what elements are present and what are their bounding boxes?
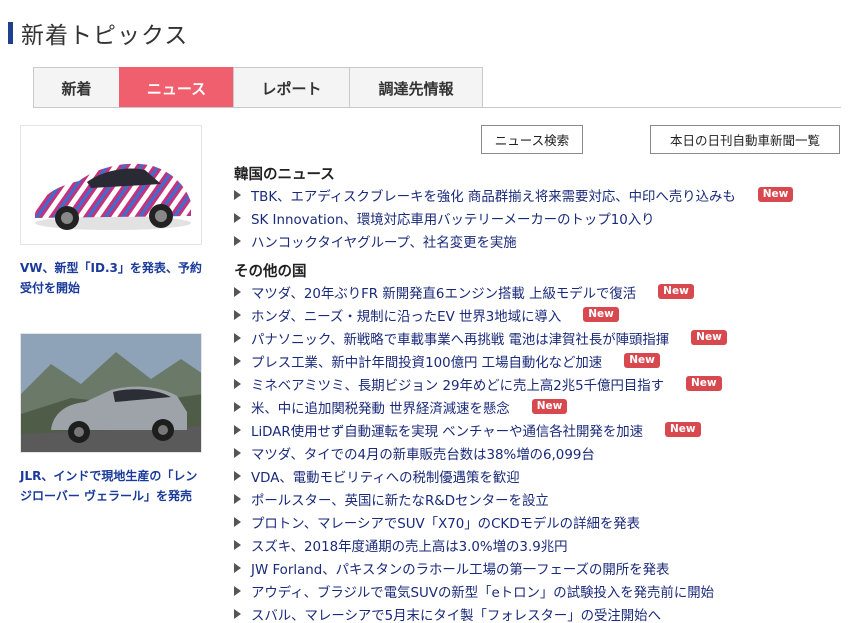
tab-reports[interactable]: レポート	[233, 67, 350, 108]
news-link[interactable]: アウディ、ブラジルで電気SUVの新型「eトロン」の試験投入を発売前に開始	[251, 581, 714, 601]
triangle-bullet-icon	[234, 470, 241, 481]
tab-bar: 新着 ニュース レポート 調達先情報	[33, 67, 483, 108]
new-badge: New	[583, 307, 619, 322]
triangle-bullet-icon	[234, 212, 241, 223]
news-link[interactable]: ハンコックタイヤグループ、社名変更を実施	[251, 231, 517, 251]
news-item[interactable]: LiDAR使用せず自動運転を実現 ベンチャーや通信各社開発を加速 New	[234, 418, 727, 441]
news-item[interactable]: 米、中に追加関税発動 世界経済減速を懸念 New	[234, 395, 727, 418]
page-heading: 新着トピックス	[8, 18, 189, 49]
feature-image-range-rover[interactable]	[20, 333, 202, 453]
triangle-bullet-icon	[234, 424, 241, 435]
triangle-bullet-icon	[234, 235, 241, 246]
section-title-other: その他の国	[234, 264, 307, 280]
triangle-bullet-icon	[234, 608, 241, 619]
news-item[interactable]: パナソニック、新戦略で車載事業へ再挑戦 電池は津賀社長が陣頭指揮 New	[234, 326, 727, 349]
car-photo	[21, 126, 201, 244]
feature-card-vw[interactable]: VW、新型「ID.3」を発表、予約受付を開始	[20, 125, 206, 298]
section-title-korea: 韓国のニュース	[234, 167, 335, 183]
news-link[interactable]: パナソニック、新戦略で車載事業へ再挑戦 電池は津賀社長が陣頭指揮	[251, 328, 669, 348]
news-list-other: マツダ、20年ぶりFR 新開発直6エンジン搭載 上級モデルで復活 New ホンダ、…	[234, 280, 727, 623]
triangle-bullet-icon	[234, 539, 241, 550]
news-link[interactable]: LiDAR使用せず自動運転を実現 ベンチャーや通信各社開発を加速	[251, 420, 643, 440]
news-item[interactable]: マツダ、20年ぶりFR 新開発直6エンジン搭載 上級モデルで復活 New	[234, 280, 727, 303]
news-link[interactable]: SK Innovation、環境対応車用バッテリーメーカーのトップ10入り	[251, 208, 655, 228]
news-item[interactable]: プロトン、マレーシアでSUV「X70」のCKDモデルの詳細を発表	[234, 510, 727, 533]
triangle-bullet-icon	[234, 332, 241, 343]
news-item[interactable]: ポールスター、英国に新たなR&Dセンターを設立	[234, 487, 727, 510]
triangle-bullet-icon	[234, 562, 241, 573]
news-list-korea: TBK、エアディスクブレーキを強化 商品群揃え将来需要対応、中印へ売り込みも Ne…	[234, 183, 794, 252]
new-badge: New	[531, 399, 568, 414]
news-search-button[interactable]: ニュース検索	[481, 125, 583, 154]
new-badge: New	[658, 284, 694, 299]
news-link[interactable]: ホンダ、ニーズ・規制に沿ったEV 世界3地域に導入	[251, 305, 561, 325]
triangle-bullet-icon	[234, 355, 241, 366]
news-link[interactable]: VDA、電動モビリティへの税制優遇策を歓迎	[251, 466, 520, 486]
news-link[interactable]: TBK、エアディスクブレーキを強化 商品群揃え将来需要対応、中印へ売り込みも	[251, 185, 736, 205]
new-badge: New	[624, 353, 660, 368]
news-item[interactable]: スバル、マレーシアで5月末にタイ製「フォレスター」の受注開始へ	[234, 602, 727, 623]
news-link[interactable]: プロトン、マレーシアでSUV「X70」のCKDモデルの詳細を発表	[251, 512, 640, 532]
new-badge: New	[686, 376, 722, 391]
news-link[interactable]: JW Forland、パキスタンのラホール工場の第一フェーズの開所を発表	[251, 558, 669, 578]
triangle-bullet-icon	[234, 189, 241, 200]
news-item[interactable]: JW Forland、パキスタンのラホール工場の第一フェーズの開所を発表	[234, 556, 727, 579]
news-link[interactable]: 米、中に追加関税発動 世界経済減速を懸念	[251, 397, 510, 417]
news-link[interactable]: スバル、マレーシアで5月末にタイ製「フォレスター」の受注開始へ	[251, 604, 661, 623]
news-link[interactable]: スズキ、2018年度通期の売上高は3.0%増の3.9兆円	[251, 535, 568, 555]
daily-papers-button[interactable]: 本日の日刊自動車新聞一覧	[650, 125, 840, 154]
news-item[interactable]: ハンコックタイヤグループ、社名変更を実施	[234, 229, 793, 252]
triangle-bullet-icon	[234, 309, 241, 320]
page-title: 新着トピックス	[21, 23, 189, 49]
feature-caption-vw[interactable]: VW、新型「ID.3」を発表、予約受付を開始	[20, 258, 206, 298]
feature-caption-jlr[interactable]: JLR、インドで現地生産の「レンジローバー ヴェラール」を発売	[20, 466, 206, 506]
news-link[interactable]: ポールスター、英国に新たなR&Dセンターを設立	[251, 489, 549, 509]
news-item[interactable]: ホンダ、ニーズ・規制に沿ったEV 世界3地域に導入 New	[234, 303, 727, 326]
tab-news[interactable]: ニュース	[119, 67, 234, 108]
feature-image-vw-id3[interactable]	[20, 125, 202, 245]
news-link[interactable]: マツダ、タイでの4月の新車販売台数は38%増の6,099台	[251, 443, 595, 463]
news-item[interactable]: アウディ、ブラジルで電気SUVの新型「eトロン」の試験投入を発売前に開始	[234, 579, 727, 602]
news-item[interactable]: ミネベアミツミ、長期ビジョン 29年めどに売上高2兆5千億円目指す New	[234, 372, 727, 395]
feature-card-jlr[interactable]: JLR、インドで現地生産の「レンジローバー ヴェラール」を発売	[20, 333, 206, 506]
new-badge: New	[691, 330, 727, 345]
tab-latest[interactable]: 新着	[33, 67, 120, 108]
news-item[interactable]: TBK、エアディスクブレーキを強化 商品群揃え将来需要対応、中印へ売り込みも Ne…	[234, 183, 794, 206]
suv-photo	[21, 334, 201, 452]
new-badge: New	[665, 422, 701, 437]
news-item[interactable]: プレス工業、新中計年間投資100億円 工場自動化など加速 New	[234, 349, 727, 372]
news-item[interactable]: VDA、電動モビリティへの税制優遇策を歓迎	[234, 464, 727, 487]
tab-underline	[33, 107, 841, 108]
triangle-bullet-icon	[234, 493, 241, 504]
news-item[interactable]: マツダ、タイでの4月の新車販売台数は38%増の6,099台	[234, 441, 727, 464]
news-link[interactable]: ミネベアミツミ、長期ビジョン 29年めどに売上高2兆5千億円目指す	[251, 374, 664, 394]
triangle-bullet-icon	[234, 286, 241, 297]
news-item[interactable]: スズキ、2018年度通期の売上高は3.0%増の3.9兆円	[234, 533, 727, 556]
triangle-bullet-icon	[234, 516, 241, 527]
news-item[interactable]: SK Innovation、環境対応車用バッテリーメーカーのトップ10入り	[234, 206, 793, 229]
triangle-bullet-icon	[234, 378, 241, 389]
new-badge: New	[757, 187, 794, 202]
news-link[interactable]: プレス工業、新中計年間投資100億円 工場自動化など加速	[251, 351, 602, 371]
news-link[interactable]: マツダ、20年ぶりFR 新開発直6エンジン搭載 上級モデルで復活	[251, 282, 636, 302]
heading-accent-bar	[8, 22, 13, 44]
triangle-bullet-icon	[234, 401, 241, 412]
triangle-bullet-icon	[234, 447, 241, 458]
triangle-bullet-icon	[234, 585, 241, 596]
tab-suppliers[interactable]: 調達先情報	[349, 67, 483, 108]
